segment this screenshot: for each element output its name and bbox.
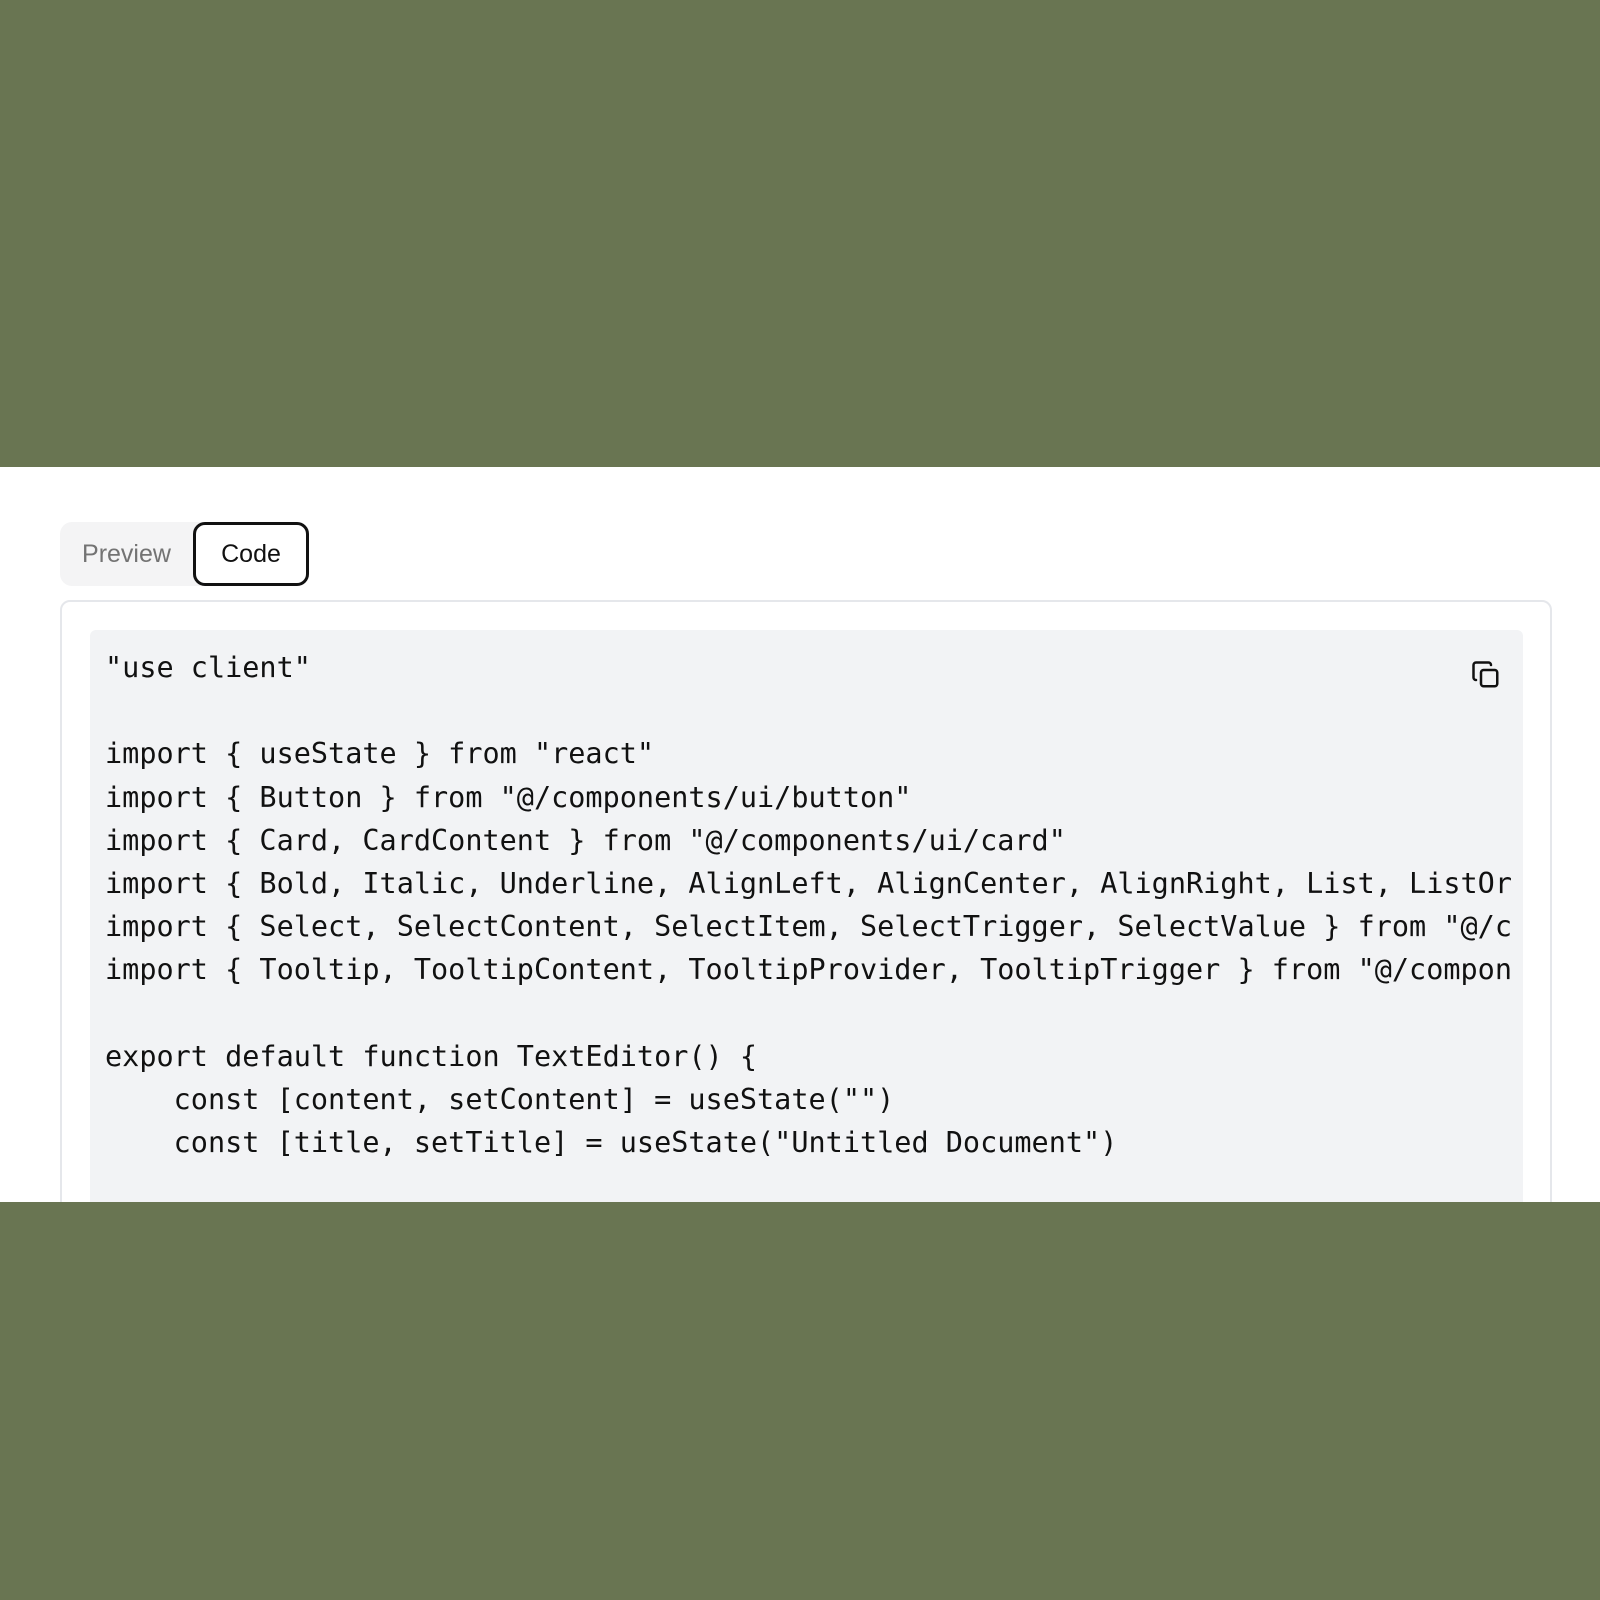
code-line: export default function TextEditor() { [105,1039,758,1073]
code-line: import { Bold, Italic, Underline, AlignL… [105,866,1512,900]
code-line: import { Button } from "@/components/ui/… [105,780,912,814]
copy-icon [1472,661,1499,688]
code-text: "use client" import { useState } from "re… [105,646,1512,1164]
code-line: import { useState } from "react" [105,737,655,771]
code-line: const [content, setContent] = useState("… [105,1082,895,1116]
code-block: "use client" import { useState } from "re… [90,630,1523,1202]
view-tabs: Preview Code [60,522,309,586]
code-preview-panel: Preview Code "use client" import { useSta… [0,467,1600,1202]
code-card: "use client" import { useState } from "re… [60,600,1552,1202]
code-line: const [title, setTitle] = useState("Unti… [105,1126,1118,1160]
tab-preview[interactable]: Preview [60,522,193,586]
code-line: import { Tooltip, TooltipContent, Toolti… [105,953,1512,987]
copy-button[interactable] [1463,652,1509,698]
code-line: "use client" [105,651,311,684]
code-line: import { Card, CardContent } from "@/com… [105,823,1066,857]
code-line: import { Select, SelectContent, SelectIt… [105,910,1512,944]
tab-code[interactable]: Code [193,522,309,586]
